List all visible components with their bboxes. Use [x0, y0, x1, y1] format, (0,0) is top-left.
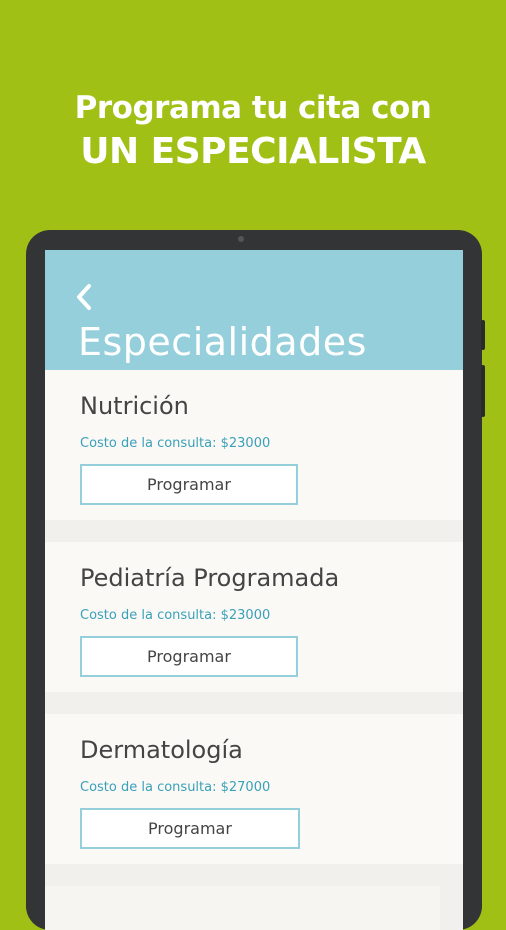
- page-title: Especialidades: [78, 320, 367, 364]
- promo-line-1: Programa tu cita con: [74, 90, 432, 126]
- side-button: [481, 320, 485, 350]
- app-screen: Especialidades Nutrición Costo de la con…: [45, 250, 463, 930]
- specialty-card-pediatria: Pediatría Programada Costo de la consult…: [45, 542, 463, 692]
- promo-line-2: UN ESPECIALISTA: [80, 131, 426, 172]
- consultation-cost: Costo de la consulta: $23000: [80, 608, 271, 623]
- back-button[interactable]: [71, 282, 97, 312]
- app-header: Especialidades: [45, 250, 463, 370]
- tablet-device-frame: Especialidades Nutrición Costo de la con…: [26, 230, 485, 930]
- specialty-name: Dermatología: [80, 736, 243, 764]
- side-button: [481, 365, 485, 417]
- promo-headline: Programa tu cita con UN ESPECIALISTA: [0, 88, 506, 176]
- schedule-button[interactable]: Programar: [80, 636, 298, 677]
- specialty-card-nutricion: Nutrición Costo de la consulta: $23000 P…: [45, 370, 463, 520]
- specialty-name: Nutrición: [80, 392, 189, 420]
- camera-icon: [238, 236, 244, 242]
- specialty-card-partial: [45, 886, 440, 930]
- schedule-button[interactable]: Programar: [80, 808, 300, 849]
- specialty-name: Pediatría Programada: [80, 564, 340, 592]
- schedule-button[interactable]: Programar: [80, 464, 298, 505]
- specialty-card-dermatologia: Dermatología Costo de la consulta: $2700…: [45, 714, 463, 864]
- consultation-cost: Costo de la consulta: $23000: [80, 436, 271, 451]
- consultation-cost: Costo de la consulta: $27000: [80, 780, 271, 795]
- chevron-left-icon: [77, 284, 91, 310]
